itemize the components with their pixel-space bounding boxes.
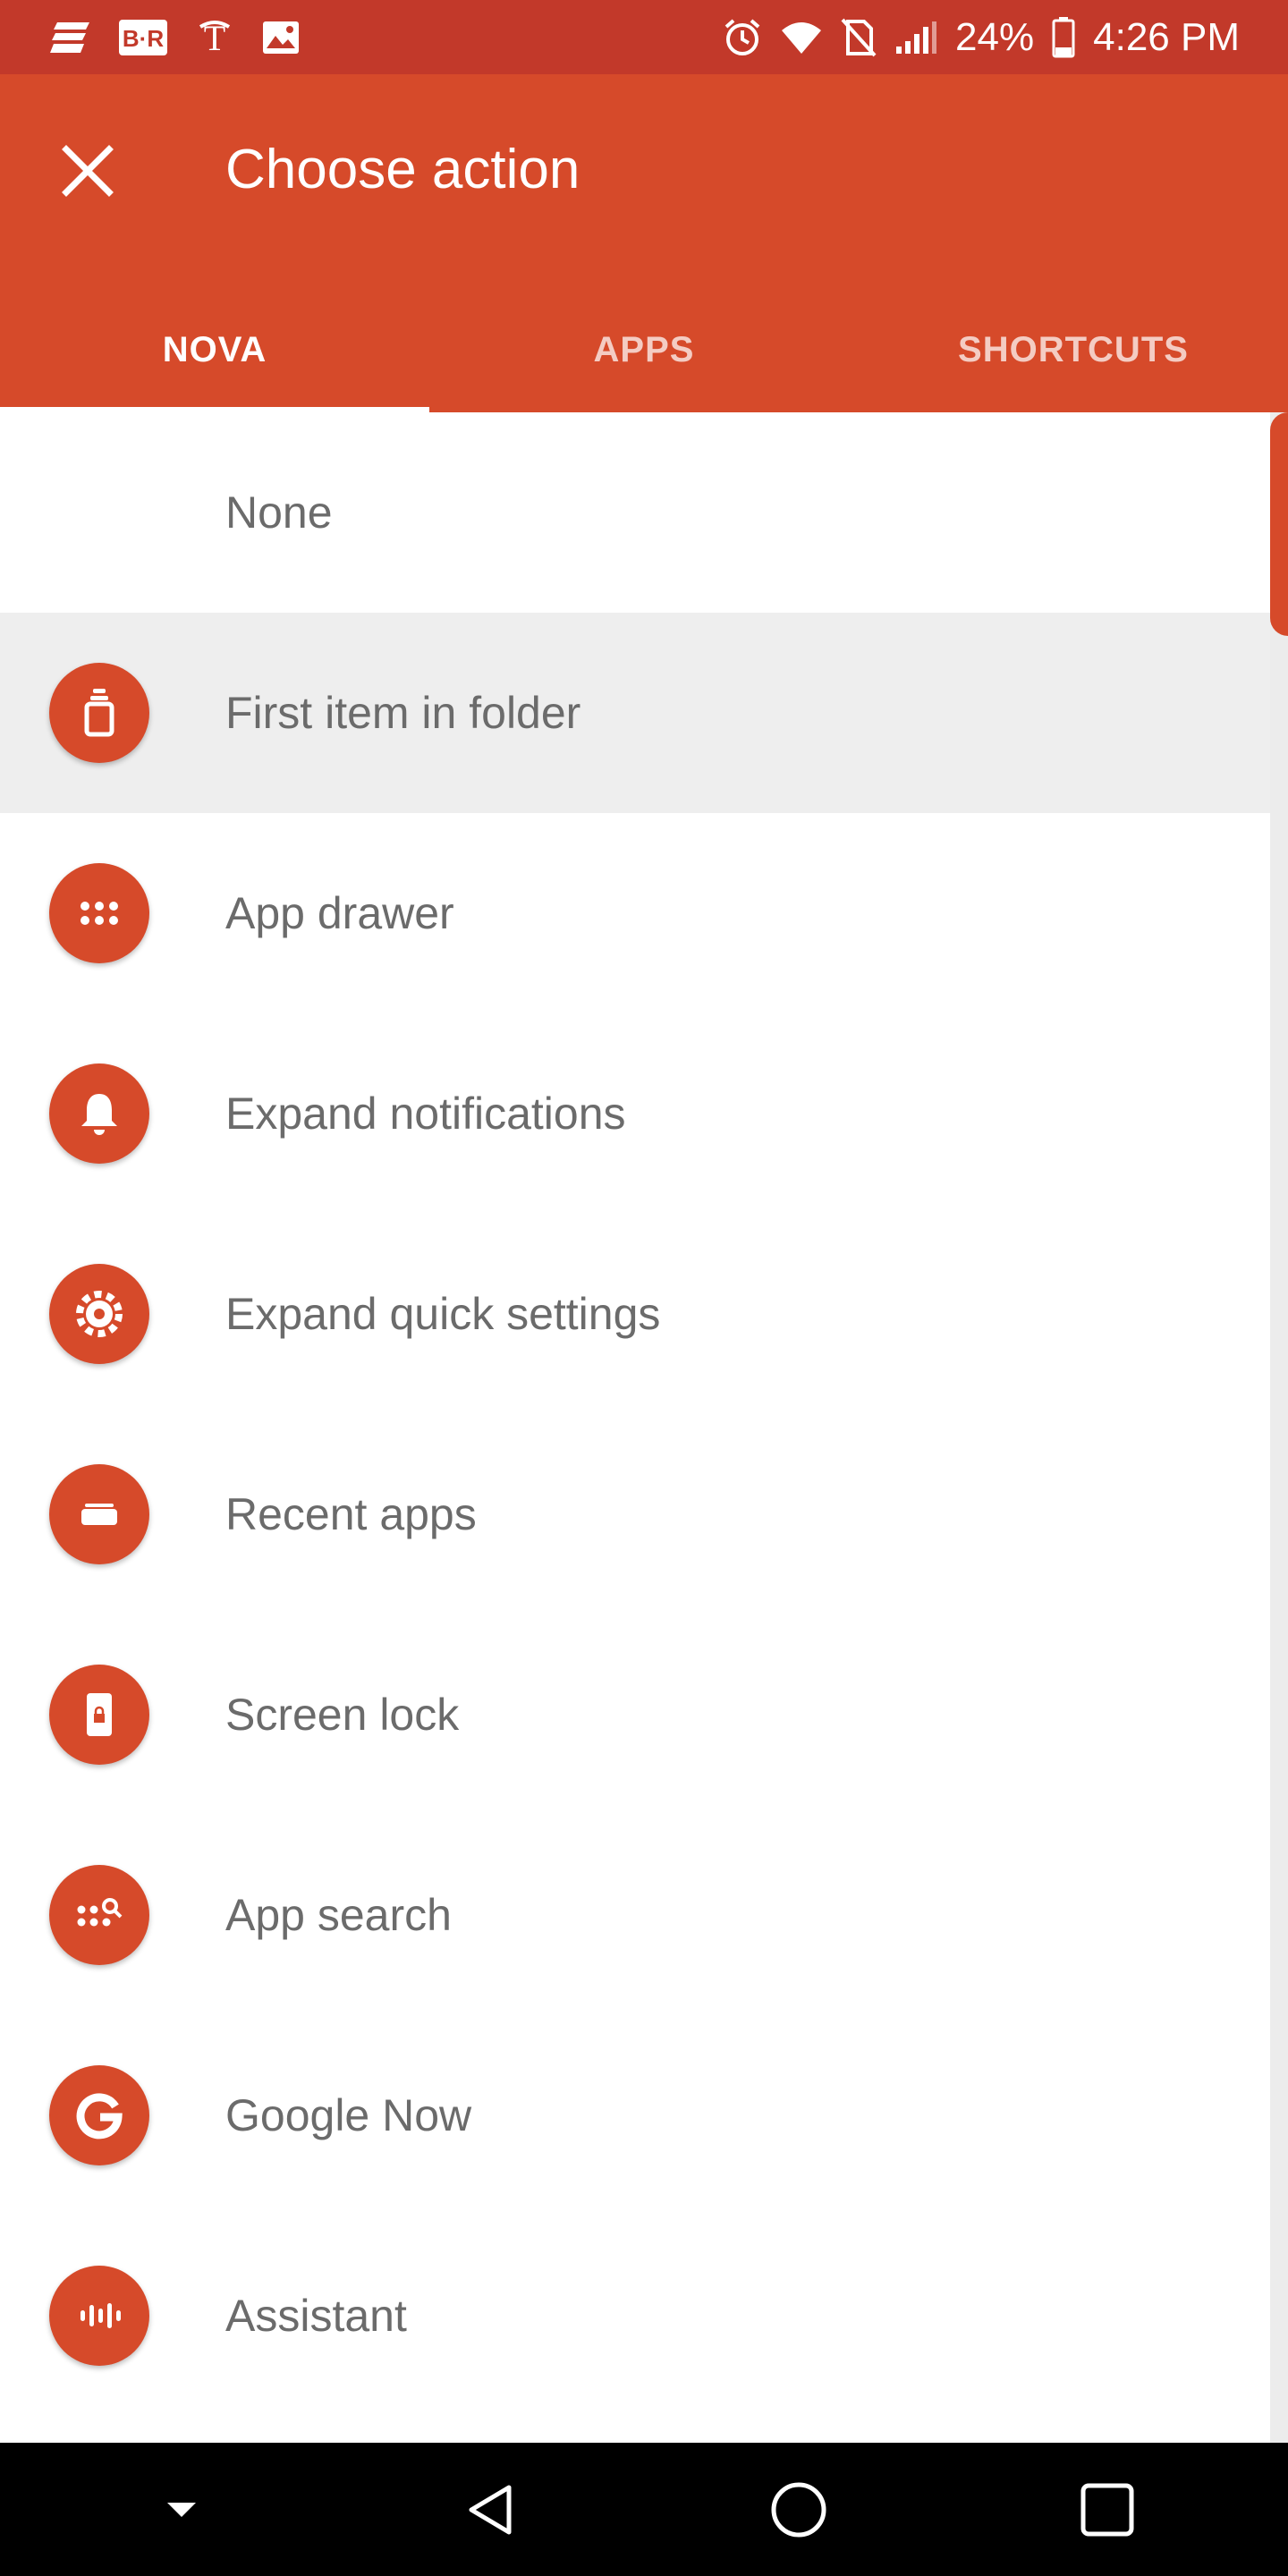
action-label: Recent apps [225, 1489, 477, 1539]
tab-bar: NOVA APPS SHORTCUTS [0, 287, 1288, 412]
app-bar: Choose action NOVA APPS SHORTCUTS [0, 74, 1288, 412]
br-icon: B·R [119, 19, 167, 55]
action-label: Expand quick settings [225, 1289, 661, 1339]
gear-icon [49, 1264, 149, 1364]
action-item-assistant[interactable]: Assistant [0, 2216, 1270, 2416]
image-icon [263, 21, 299, 54]
action-label: First item in folder [225, 688, 581, 738]
action-label: Expand notifications [225, 1089, 626, 1139]
hide-nav-button[interactable] [128, 2456, 235, 2563]
home-button[interactable] [745, 2456, 852, 2563]
action-item-recent-apps[interactable]: Recent apps [0, 1414, 1270, 1614]
home-icon [771, 2482, 826, 2537]
hide-nav-icon [166, 2502, 196, 2517]
clock: 4:26 PM [1093, 14, 1240, 59]
nyt-icon: T [199, 18, 231, 57]
battery-icon [1052, 16, 1075, 57]
app-drawer-icon [49, 863, 149, 963]
tab-shortcuts[interactable]: SHORTCUTS [859, 287, 1288, 412]
recents-button[interactable] [1054, 2456, 1161, 2563]
bell-icon [49, 1063, 149, 1164]
google-icon [49, 2065, 149, 2165]
action-item-expand-notifications[interactable]: Expand notifications [0, 1013, 1270, 1214]
close-icon [62, 145, 114, 197]
signal-icon [896, 21, 937, 54]
notification-icons: B·R T [50, 18, 327, 57]
alarm-icon [724, 18, 760, 55]
action-label: Assistant [225, 2291, 407, 2341]
action-item-app-drawer[interactable]: App drawer [0, 813, 1270, 1013]
action-item-expand-quick-settings[interactable]: Expand quick settings [0, 1214, 1270, 1414]
assistant-icon [49, 2266, 149, 2366]
folder-item-icon [49, 663, 149, 763]
action-label: App search [225, 1890, 452, 1940]
news-icon [50, 21, 89, 53]
svg-text:B·R: B·R [123, 25, 164, 52]
no-sim-icon [841, 18, 877, 56]
back-icon [469, 2485, 511, 2534]
back-button[interactable] [436, 2456, 544, 2563]
navigation-bar [0, 2443, 1288, 2576]
tab-apps[interactable]: APPS [429, 287, 859, 412]
tab-nova[interactable]: NOVA [0, 287, 429, 412]
app-search-icon [49, 1865, 149, 1965]
action-label: Google Now [225, 2090, 472, 2140]
action-item-none[interactable]: None [0, 412, 1270, 613]
action-list: None First item in folder App drawer Exp… [0, 412, 1270, 2416]
recent-apps-icon [49, 1464, 149, 1564]
action-item-google-now[interactable]: Google Now [0, 2015, 1270, 2216]
action-item-app-search[interactable]: App search [0, 1815, 1270, 2015]
action-item-first-item-in-folder[interactable]: First item in folder [0, 613, 1270, 813]
system-icons: 24% 4:26 PM [705, 15, 1240, 60]
action-label: None [225, 487, 333, 538]
battery-percent: 24% [955, 14, 1035, 59]
close-button[interactable] [52, 135, 123, 207]
scrollbar-track[interactable] [1270, 412, 1288, 2443]
action-label: Screen lock [225, 1690, 460, 1740]
action-label: App drawer [225, 888, 454, 938]
page-title: Choose action [225, 139, 580, 200]
wifi-icon [782, 21, 822, 54]
scrollbar-thumb[interactable] [1270, 412, 1288, 636]
status-bar: B·R T 24% 4:26 PM [0, 0, 1288, 74]
action-item-screen-lock[interactable]: Screen lock [0, 1614, 1270, 1815]
screen-lock-icon [49, 1665, 149, 1765]
recents-icon [1080, 2483, 1133, 2536]
